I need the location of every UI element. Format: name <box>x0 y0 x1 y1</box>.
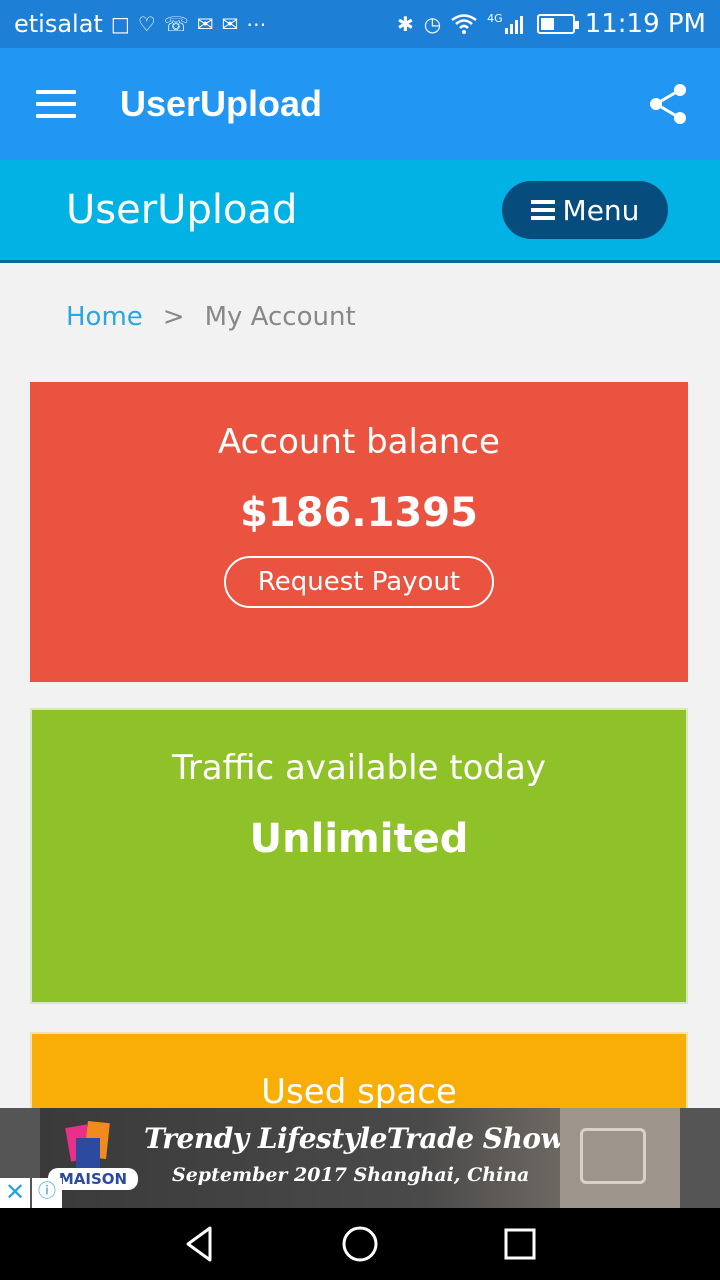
whatsapp-icon: ☏ <box>163 12 189 36</box>
site-header: UserUpload Menu <box>0 160 720 263</box>
breadcrumb-home-link[interactable]: Home <box>66 302 143 332</box>
status-bar: etisalat □ ♡ ☏ ✉ ✉ ⋯ ✱ ◷ 4G 11:19 PM <box>0 0 720 48</box>
ad-content[interactable]: MAISON Trendy LifestyleTrade Show Septem… <box>40 1108 680 1208</box>
account-balance-card: Account balance $186.1395 Request Payout <box>30 382 688 682</box>
system-nav-bar <box>0 1208 720 1280</box>
menu-bars-icon <box>530 200 555 220</box>
request-payout-button[interactable]: Request Payout <box>224 556 494 608</box>
more-icon: ⋯ <box>246 12 267 36</box>
gmail-icon: ✉ <box>196 12 214 36</box>
network-type: 4G <box>487 11 503 25</box>
breadcrumb-current: My Account <box>204 302 356 332</box>
share-icon[interactable] <box>644 80 692 128</box>
status-time: 11:19 PM <box>584 9 706 39</box>
ad-subline: September 2017 Shanghai, China <box>172 1164 530 1186</box>
ad-banner: MAISON Trendy LifestyleTrade Show Septem… <box>0 1108 720 1208</box>
home-icon[interactable] <box>338 1222 382 1266</box>
carrier-name: etisalat <box>14 10 103 38</box>
app-bar: UserUpload <box>0 48 720 160</box>
menu-button[interactable]: Menu <box>502 181 668 239</box>
breadcrumb-separator: > <box>162 302 185 332</box>
used-space-label: Used space <box>261 1072 457 1112</box>
ad-headline: Trendy LifestyleTrade Show <box>144 1122 565 1155</box>
app-title: UserUpload <box>120 83 323 124</box>
site-title[interactable]: UserUpload <box>66 187 297 233</box>
signal-icon <box>504 16 523 34</box>
breadcrumb: Home > My Account <box>66 302 356 332</box>
account-balance-value: $186.1395 <box>240 490 478 536</box>
account-balance-label: Account balance <box>218 422 500 462</box>
ad-info-icon[interactable]: ⓘ <box>32 1178 62 1208</box>
ad-photo <box>560 1108 680 1208</box>
status-right: ✱ ◷ 4G 11:19 PM <box>397 9 706 39</box>
ad-close-icon[interactable]: ✕ <box>0 1178 30 1208</box>
traffic-value: Unlimited <box>249 816 469 862</box>
back-icon[interactable] <box>178 1222 222 1266</box>
laptop-icon: □ <box>110 12 130 36</box>
wifi-icon <box>451 14 477 34</box>
alarm-icon: ◷ <box>423 12 442 36</box>
email-icon: ✉ <box>221 12 239 36</box>
hamburger-icon[interactable] <box>36 90 76 118</box>
bluetooth-icon: ✱ <box>396 12 414 36</box>
recents-icon[interactable] <box>498 1222 542 1266</box>
traffic-label: Traffic available today <box>172 748 546 788</box>
heart-icon: ♡ <box>137 12 156 36</box>
status-left: etisalat □ ♡ ☏ ✉ ✉ ⋯ <box>14 10 266 38</box>
battery-icon <box>536 14 579 34</box>
traffic-card: Traffic available today Unlimited <box>30 708 688 1004</box>
menu-button-label: Menu <box>562 193 640 227</box>
